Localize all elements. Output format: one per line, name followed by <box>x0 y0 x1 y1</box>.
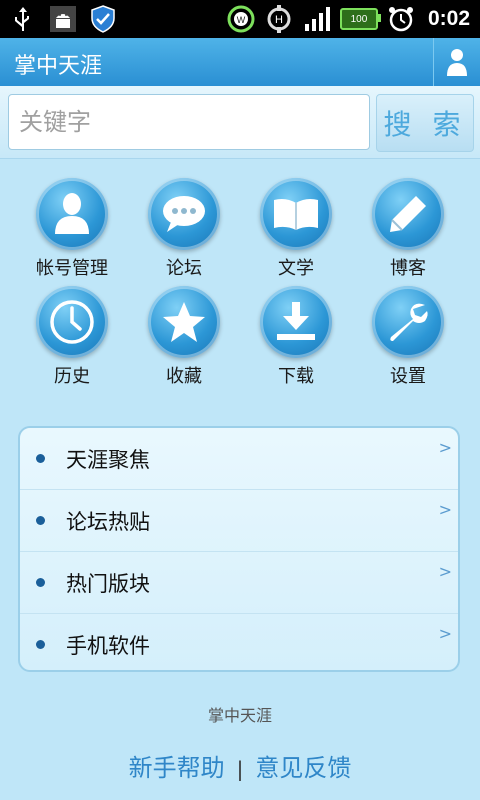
chevron-right-icon: > <box>438 438 452 457</box>
status-notifications <box>8 4 118 34</box>
user-icon <box>36 178 108 250</box>
grid-item-account[interactable]: 帐号管理 <box>16 178 128 279</box>
star-icon <box>148 286 220 358</box>
battery-icon: 100 <box>339 8 381 30</box>
user-profile-button[interactable] <box>433 38 480 86</box>
chat-bubble-icon <box>148 178 220 250</box>
bullet-icon <box>36 640 45 649</box>
wrench-icon <box>372 286 444 358</box>
grid-item-label: 下载 <box>278 366 314 387</box>
list-item-label: 论坛热贴 <box>66 509 150 534</box>
footer-separator: | <box>236 757 244 781</box>
svg-text:H: H <box>275 14 283 26</box>
footer-brand: 掌中天涯 <box>207 706 272 725</box>
chevron-right-icon: > <box>438 624 452 643</box>
list-item-label: 天涯聚焦 <box>66 447 150 472</box>
grid-item-label: 收藏 <box>166 366 202 387</box>
svg-text:W: W <box>237 15 246 25</box>
book-icon <box>260 178 332 250</box>
quick-links-list: 天涯聚焦 > 论坛热贴 > 热门版块 > 手机软件 > <box>18 426 460 672</box>
grid-item-download[interactable]: 下载 <box>240 286 352 387</box>
battery-level: 100 <box>350 13 368 25</box>
pencil-icon <box>372 178 444 250</box>
list-item-hot-boards[interactable]: 热门版块 > <box>20 552 458 614</box>
shield-icon <box>88 4 118 34</box>
chevron-right-icon: > <box>438 500 452 519</box>
search-bar: 搜 索 <box>0 86 480 159</box>
search-button[interactable]: 搜 索 <box>376 94 474 152</box>
grid-item-label: 博客 <box>390 258 426 279</box>
app-title: 掌中天涯 <box>14 54 103 79</box>
bullet-icon <box>36 578 45 587</box>
list-item-label: 手机软件 <box>66 633 150 658</box>
footer-links: 新手帮助 | 意见反馈 <box>0 748 480 783</box>
chevron-right-icon: > <box>438 562 452 581</box>
sync-icon: W <box>226 4 256 34</box>
download-icon <box>260 286 332 358</box>
grid-item-label: 设置 <box>390 366 426 387</box>
search-input[interactable] <box>8 94 370 150</box>
help-link[interactable]: 新手帮助 <box>129 754 225 782</box>
list-item-focus[interactable]: 天涯聚焦 > <box>20 428 458 490</box>
title-bar: 掌中天涯 <box>0 38 480 87</box>
grid-item-label: 文学 <box>278 258 314 279</box>
grid-item-history[interactable]: 历史 <box>16 286 128 387</box>
grid-item-blog[interactable]: 博客 <box>352 178 464 279</box>
grid-item-forum[interactable]: 论坛 <box>128 178 240 279</box>
bullet-icon <box>36 454 45 463</box>
grid-item-label: 帐号管理 <box>36 258 108 279</box>
grid-item-favorites[interactable]: 收藏 <box>128 286 240 387</box>
gps-icon: H <box>264 4 294 34</box>
status-bar: W H 100 0:02 <box>0 0 480 38</box>
android-icon <box>48 4 78 34</box>
person-icon <box>447 49 467 76</box>
alarm-icon <box>386 4 416 34</box>
grid-item-label: 历史 <box>54 366 90 387</box>
list-item-mobile-software[interactable]: 手机软件 > <box>20 614 458 670</box>
list-item-hot-posts[interactable]: 论坛热贴 > <box>20 490 458 552</box>
grid-item-literature[interactable]: 文学 <box>240 178 352 279</box>
feature-grid: 帐号管理 论坛 文学 博客 历史 收藏 下载 设置 <box>16 178 464 387</box>
bullet-icon <box>36 516 45 525</box>
grid-item-settings[interactable]: 设置 <box>352 286 464 387</box>
list-item-label: 热门版块 <box>66 571 150 596</box>
usb-icon <box>8 4 38 34</box>
status-indicators: W H 100 0:02 <box>226 4 470 34</box>
signal-icon <box>302 4 332 34</box>
grid-item-label: 论坛 <box>166 258 202 279</box>
clock-time: 0:02 <box>427 7 470 30</box>
clock-icon <box>36 286 108 358</box>
feedback-link[interactable]: 意见反馈 <box>255 754 351 782</box>
